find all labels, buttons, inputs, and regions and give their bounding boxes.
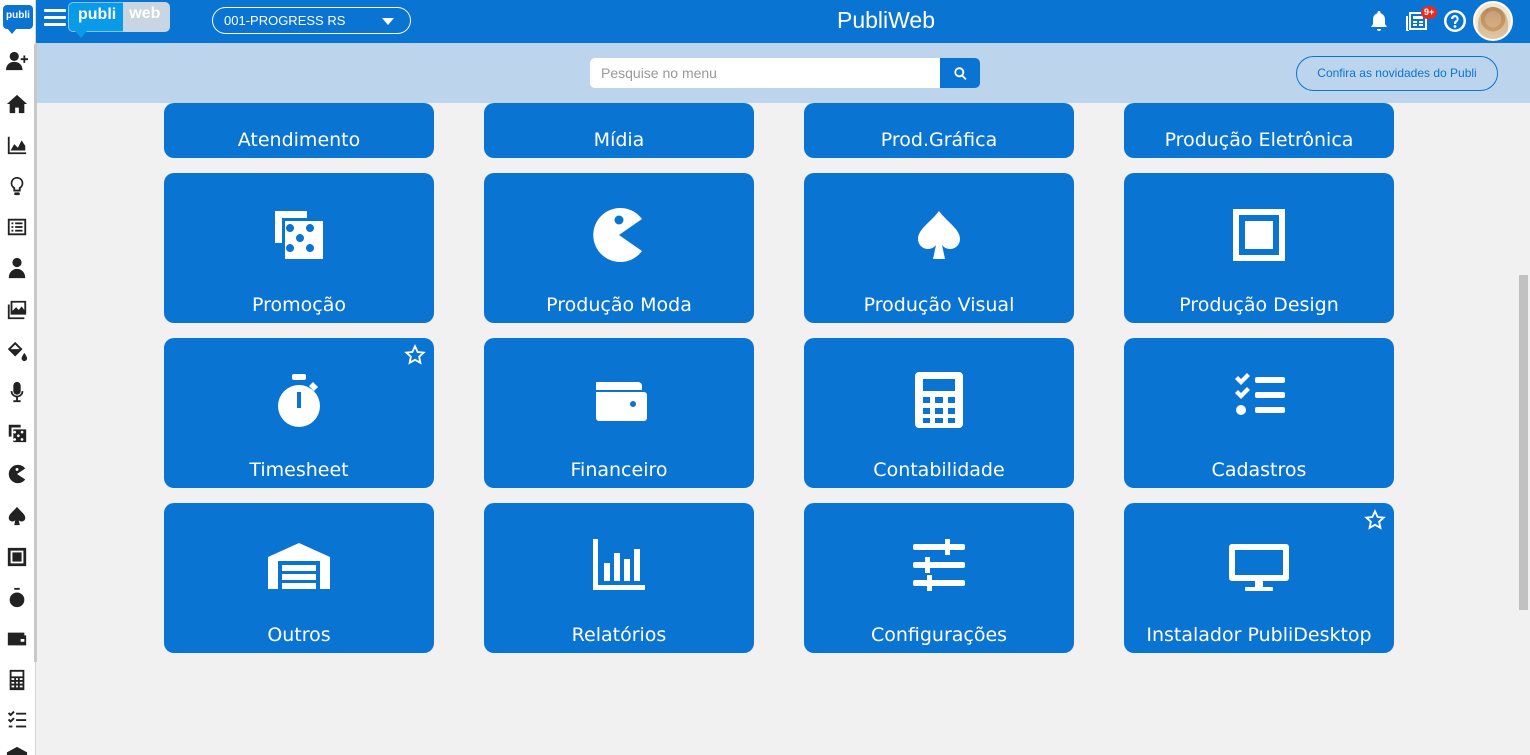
tile-producao-visual[interactable]: Produção Visual [804,173,1074,323]
tile-atendimento[interactable]: Atendimento [164,103,434,158]
notification-badge: 9+ [1421,6,1438,19]
dice-icon [267,203,331,267]
tile-label: Produção Design [1179,294,1339,316]
home-icon[interactable] [4,91,30,117]
tile-label: Financeiro [570,459,668,481]
tile-label: Cadastros [1211,459,1307,481]
search-band: Confira as novidades do Publi [36,43,1530,103]
page-title: PubliWeb [836,7,936,33]
top-bar: publi web 001-PROGRESS RS PubliWeb 9+ [36,0,1530,43]
publiweb-logo[interactable]: publi web [68,2,171,38]
user-avatar[interactable] [1473,1,1513,41]
tile-label: Instalador PubliDesktop [1146,624,1372,646]
square-icon[interactable] [4,544,30,570]
dice-icon[interactable] [4,420,30,446]
star-icon[interactable] [404,344,426,366]
company-select[interactable]: 001-PROGRESS RS [212,7,411,34]
tile-midia[interactable]: Mídia [484,103,754,158]
area-chart-icon[interactable] [4,132,30,158]
search-icon [953,66,967,80]
tile-label: Produção Eletrônica [1164,129,1354,151]
help-icon[interactable] [1443,9,1467,33]
main-scrollbar[interactable] [1517,103,1530,755]
tile-configuracoes[interactable]: Configurações [804,503,1074,653]
warehouse-icon[interactable] [4,745,30,755]
tile-label: Promoção [252,294,346,316]
images-icon[interactable] [4,297,30,323]
tile-producao-design[interactable]: Produção Design [1124,173,1394,323]
stopwatch-icon[interactable] [4,585,30,611]
paint-bucket-icon[interactable] [4,338,30,364]
chevron-down-icon [382,18,394,25]
company-select-value: 001-PROGRESS RS [224,13,346,28]
tile-outros[interactable]: Outros [164,503,434,653]
tile-label: Relatórios [571,624,667,646]
tile-label: Configurações [870,624,1008,646]
user-plus-icon[interactable] [4,48,30,74]
pacman-icon[interactable] [4,461,30,487]
list-icon[interactable] [4,214,30,240]
bell-icon[interactable] [1367,9,1391,33]
wallet-icon[interactable] [4,626,30,652]
tile-contabilidade[interactable]: Contabilidade [804,338,1074,488]
sidebar: publi [0,0,37,755]
tile-financeiro[interactable]: Financeiro [484,338,754,488]
tile-label: Atendimento [237,129,361,151]
tile-promocao[interactable]: Promoção [164,173,434,323]
square-icon [1227,203,1291,267]
lightbulb-icon[interactable] [4,173,30,199]
brand-part-web: web [123,2,171,32]
tile-label: Produção Visual [863,294,1015,316]
microphone-icon[interactable] [4,379,30,405]
user-tie-icon[interactable] [4,255,30,281]
checklist-icon [1227,368,1291,432]
tile-producao-moda[interactable]: Produção Moda [484,173,754,323]
tile-instalador-publidesktop[interactable]: Instalador PubliDesktop [1124,503,1394,653]
tile-label: Mídia [593,129,645,151]
menu-search-input[interactable] [590,58,941,88]
tile-label: Prod.Gráfica [880,129,998,151]
warehouse-icon [267,533,331,597]
checklist-icon[interactable] [4,708,30,734]
tile-relatorios[interactable]: Relatórios [484,503,754,653]
tile-label: Contabilidade [873,459,1005,481]
scrollbar-thumb[interactable] [1519,275,1528,610]
wallet-icon [587,368,651,432]
tile-producao-eletronica[interactable]: Produção Eletrônica [1124,103,1394,158]
sliders-icon [907,533,971,597]
menu-toggle-icon[interactable] [44,9,66,31]
module-grid: Atendimento Mídia Prod.Gráfica Produção … [36,103,1517,755]
sidebar-scrollbar[interactable] [34,44,37,662]
news-button[interactable]: Confira as novidades do Publi [1296,56,1498,91]
bar-chart-icon [587,533,651,597]
tile-timesheet[interactable]: Timesheet [164,338,434,488]
spade-icon[interactable] [4,503,30,529]
tile-label: Outros [267,624,331,646]
stopwatch-icon [267,368,331,432]
desktop-icon [1227,533,1291,597]
star-icon[interactable] [1364,509,1386,531]
tile-label: Timesheet [249,459,349,481]
tile-label: Produção Moda [546,294,692,316]
publi-logo[interactable]: publi [3,5,33,34]
pacman-icon [587,203,651,267]
calculator-icon [907,368,971,432]
brand-part-publi: publi [68,2,124,38]
spade-icon [907,203,971,267]
search-button[interactable] [940,58,980,88]
tile-cadastros[interactable]: Cadastros [1124,338,1394,488]
tile-prod-grafica[interactable]: Prod.Gráfica [804,103,1074,158]
calculator-icon[interactable] [4,667,30,693]
